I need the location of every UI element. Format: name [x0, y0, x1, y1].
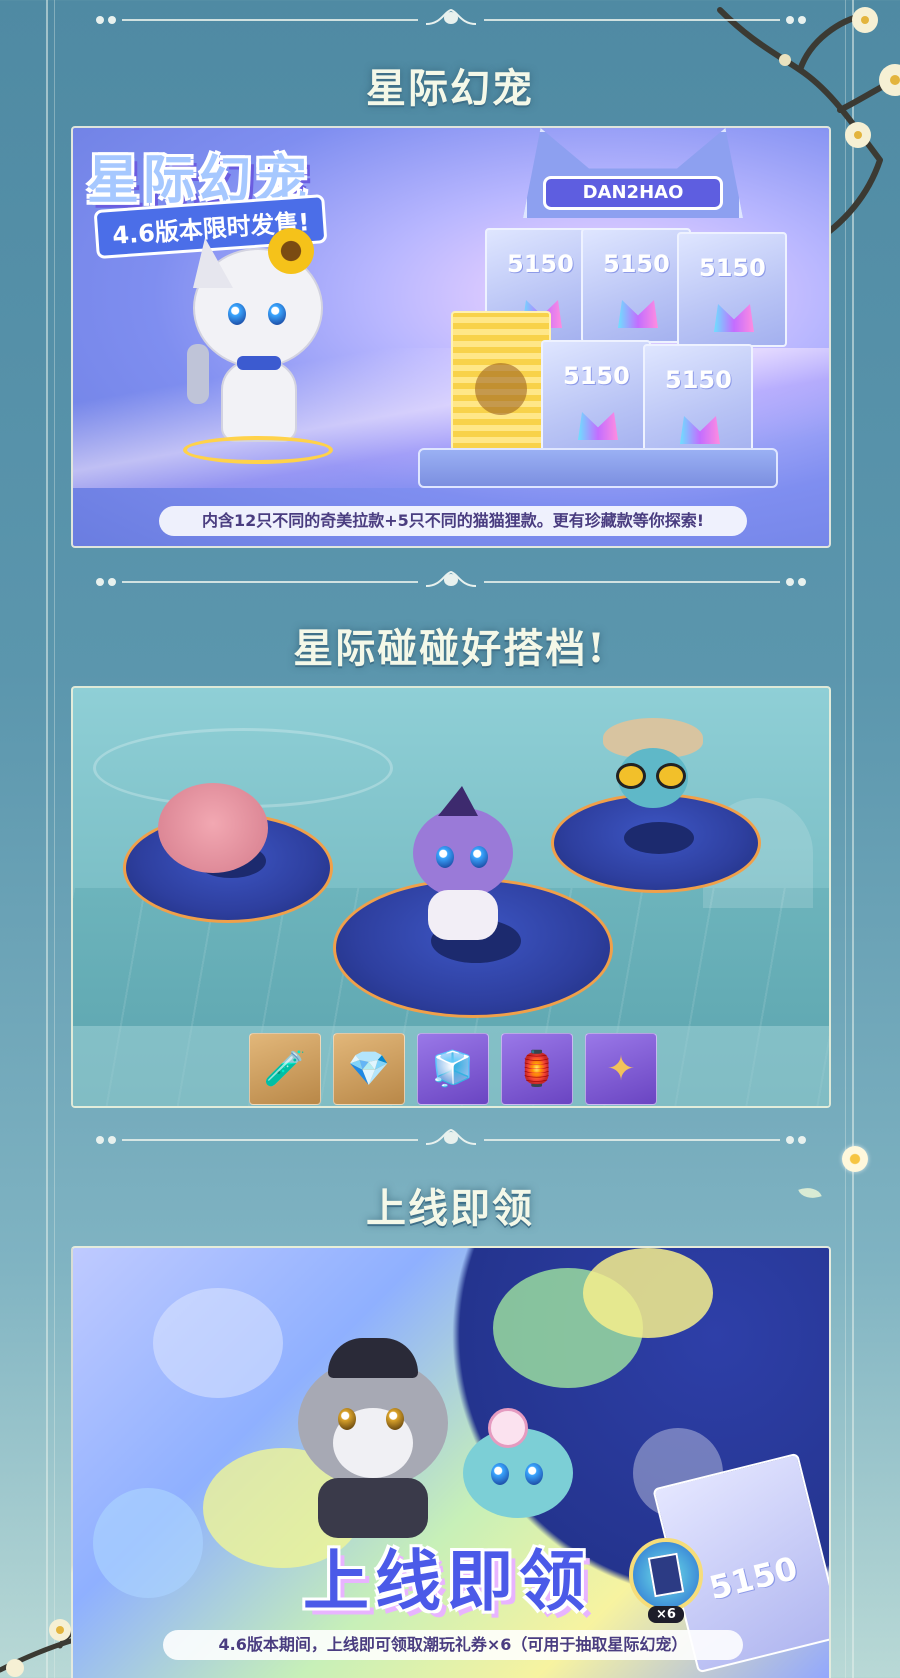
brand-signboard: DAN2HAO: [543, 176, 723, 210]
ticket-count: ×6: [648, 1606, 684, 1623]
banner-caption: 内含12只不同的奇美拉款+5只不同的猫猫狸款。更有珍藏款等你探索!: [159, 506, 747, 536]
wolf-pet-character: [173, 228, 353, 464]
microphone-icon: [187, 344, 209, 404]
gold-crystal-icon[interactable]: ✦: [585, 1033, 657, 1105]
section-title: 星际碰碰好搭档!: [293, 625, 607, 672]
sunflower-icon: [268, 228, 314, 274]
purple-pet-character: [388, 786, 538, 940]
section-title: 上线即领: [366, 1185, 534, 1232]
banner-big-text: 上线即领: [303, 1543, 591, 1620]
blind-box: 5150: [541, 340, 651, 455]
golden-mystery-box: [451, 311, 551, 451]
section-divider: [96, 8, 806, 32]
cube-icon[interactable]: 🧊: [417, 1033, 489, 1105]
interstellar-pet-banner[interactable]: 星际幻宠 4.6版本限时发售! DAN2HAO 5150 5150 5150 5…: [71, 126, 831, 548]
blind-box: 5150: [581, 228, 691, 343]
blind-box: 5150: [677, 232, 787, 347]
sunglasses-icon: [616, 763, 646, 789]
partner-showcase-panel[interactable]: 🧪 💎 🧊 🏮 ✦: [71, 686, 831, 1108]
hat-pet-character: [598, 718, 708, 828]
cap-icon: [328, 1338, 418, 1378]
lantern-icon[interactable]: 🏮: [501, 1033, 573, 1105]
login-reward-banner[interactable]: 5150 上线即领 ×6 4.6版本期间，上线即可领取潮玩礼券×6（可用于抽取星…: [71, 1246, 831, 1678]
teal-pet-character: [453, 1408, 583, 1528]
potion-orb-icon[interactable]: 🧪: [249, 1033, 321, 1105]
gray-wolf-character: [288, 1338, 458, 1538]
section-divider: [96, 570, 806, 594]
plum-blossom-icon: [842, 1146, 868, 1172]
section-title: 星际幻宠: [366, 65, 534, 112]
crystal-icon[interactable]: 💎: [333, 1033, 405, 1105]
pink-pet-character: [158, 783, 268, 873]
section-divider: [96, 1128, 806, 1152]
ticket-icon: [629, 1538, 703, 1612]
flower-icon: [488, 1408, 528, 1448]
blind-box: 5150: [643, 344, 753, 459]
banner-caption: 4.6版本期间，上线即可领取潮玩礼券×6（可用于抽取星际幻宠）: [163, 1630, 743, 1660]
